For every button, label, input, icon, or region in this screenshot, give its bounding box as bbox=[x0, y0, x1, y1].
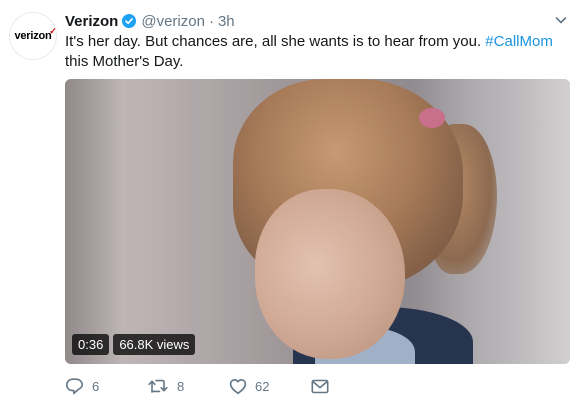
video-girl-face bbox=[255, 189, 405, 359]
video-hair-bow bbox=[419, 108, 445, 128]
direct-message-button[interactable] bbox=[311, 379, 329, 394]
retweet-count: 8 bbox=[177, 378, 185, 394]
like-count: 62 bbox=[255, 378, 270, 394]
envelope-icon bbox=[311, 379, 329, 394]
author-name[interactable]: Verizon bbox=[65, 13, 118, 30]
logo-check-mark: ✓ bbox=[49, 26, 57, 36]
timestamp[interactable]: 3h bbox=[218, 13, 235, 30]
retweet-icon bbox=[147, 378, 169, 394]
verified-badge-icon bbox=[122, 14, 137, 28]
video-background-curtain bbox=[65, 79, 195, 364]
reply-icon bbox=[65, 377, 84, 395]
tweet-text-part-2: this Mother's Day. bbox=[65, 53, 184, 70]
verizon-logo: verizon ✓ bbox=[14, 26, 57, 42]
tweet-card[interactable]: verizon ✓ Verizon @verizon · 3h It's her … bbox=[0, 0, 577, 401]
tweet-text-part-1: It's her day. But chances are, all she w… bbox=[65, 33, 486, 50]
tweet-text: It's her day. But chances are, all she w… bbox=[65, 32, 555, 72]
heart-icon bbox=[229, 378, 247, 395]
chevron-down-icon[interactable] bbox=[553, 12, 569, 28]
video-duration: 0:36 bbox=[72, 334, 110, 355]
tweet-actions: 6 8 62 bbox=[65, 375, 465, 397]
like-button[interactable]: 62 bbox=[229, 378, 311, 395]
reply-button[interactable]: 6 bbox=[65, 377, 147, 395]
video-player[interactable]: 0:36 66.8K views bbox=[65, 79, 570, 364]
reply-count: 6 bbox=[92, 378, 100, 394]
avatar[interactable]: verizon ✓ bbox=[9, 12, 57, 60]
retweet-button[interactable]: 8 bbox=[147, 378, 229, 394]
separator: · bbox=[208, 12, 214, 30]
video-views: 66.8K views bbox=[113, 334, 196, 355]
hashtag-link[interactable]: #CallMom bbox=[485, 33, 553, 50]
tweet-header: Verizon @verizon · 3h bbox=[65, 10, 561, 32]
video-badges: 0:36 66.8K views bbox=[72, 334, 196, 355]
author-handle[interactable]: @verizon bbox=[141, 13, 205, 30]
